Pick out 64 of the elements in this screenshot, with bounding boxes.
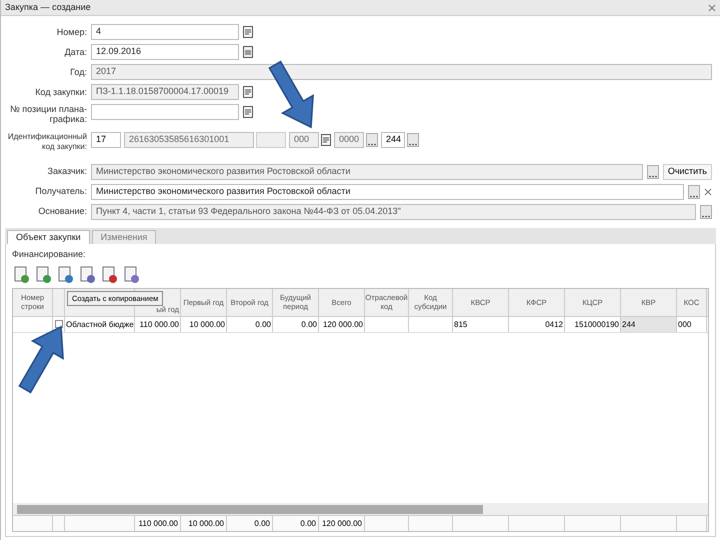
input-field[interactable]: 12.09.2016 <box>91 44 239 60</box>
field-label: № позиции плана-графика: <box>9 104 87 124</box>
clear-button[interactable]: Очистить <box>662 164 712 180</box>
ellipsis-icon <box>690 195 698 198</box>
table-cell: Областной бюдже <box>66 320 134 328</box>
close-icon[interactable] <box>704 188 712 196</box>
close-icon[interactable] <box>708 4 716 12</box>
table-cell: 10 000.00 <box>189 320 225 328</box>
lookup-button[interactable] <box>688 185 700 199</box>
input-field <box>256 132 286 148</box>
input-field[interactable]: 244 <box>381 132 405 148</box>
field-label: Заказчик: <box>46 165 87 178</box>
input-field[interactable]: Министерство экономического развития Ростовской области <box>91 184 684 200</box>
table-cell: 815 <box>454 320 468 328</box>
table-cell: 1510000190 <box>574 320 619 328</box>
ellipsis-icon <box>409 143 417 146</box>
input-field[interactable]: 0000 <box>334 132 364 148</box>
lookup-button[interactable] <box>407 133 419 147</box>
table-cell: 0412 <box>545 320 563 328</box>
field-label: Основание: <box>37 205 87 218</box>
tab[interactable]: Изменения <box>92 230 156 244</box>
document-icon[interactable] <box>243 26 253 38</box>
total-cell: 0.00 <box>254 518 270 530</box>
section-title: Финансирование: <box>12 248 87 261</box>
input-field[interactable] <box>91 104 239 120</box>
table-cell: 0.00 <box>301 320 317 328</box>
document-icon[interactable] <box>243 106 253 118</box>
total-cell: 110 000.00 <box>138 518 178 530</box>
window-title: Закупка — создание <box>5 0 91 14</box>
total-cell: 120 000.00 <box>322 518 362 530</box>
table-cell: 0.00 <box>255 320 271 328</box>
table-cell: 000 <box>678 320 692 328</box>
scrollbar[interactable] <box>13 503 708 515</box>
ellipsis-icon <box>368 143 376 146</box>
document-icon[interactable] <box>80 266 96 284</box>
table-cell: 110 000.00 <box>140 320 179 328</box>
table-cell: 120 000.00 <box>322 320 363 328</box>
table-cell: 244 <box>622 320 636 328</box>
input-field: ПЗ-1.1.18.0158700004.17.00019 <box>91 84 239 100</box>
lookup-button[interactable] <box>700 205 712 219</box>
input-field: Министерство экономического развития Ростовской области <box>91 164 643 180</box>
input-field[interactable]: 4 <box>91 24 239 40</box>
lookup-button[interactable] <box>646 165 659 179</box>
input-field[interactable]: 000 <box>289 132 319 148</box>
field-label: Год: <box>69 66 87 77</box>
document-icon[interactable] <box>321 134 331 146</box>
document-icon[interactable] <box>243 86 253 98</box>
lookup-button[interactable] <box>366 133 378 147</box>
field-label: Код закупки: <box>34 86 87 97</box>
total-cell: 10 000.00 <box>188 518 224 530</box>
row-checkbox[interactable] <box>54 320 62 328</box>
input-field: 2017 <box>91 64 712 80</box>
input-field[interactable]: 17 <box>91 132 121 148</box>
field-label: Идентификационный код закупки: <box>6 132 87 152</box>
ellipsis-icon <box>648 175 657 178</box>
field-label: Получатель: <box>34 185 87 198</box>
ellipsis-icon <box>702 215 710 218</box>
input-field[interactable]: 26163053585616301001 <box>124 132 254 148</box>
total-cell: 0.00 <box>300 518 316 530</box>
input-field: Пункт 4, части 1, статьи 93 Федерального закона №44-ФЗ от 05.04.2013" <box>91 204 696 220</box>
field-label: Дата: <box>64 46 87 57</box>
calendar-icon[interactable] <box>243 46 253 58</box>
tab[interactable]: Объект закупки <box>7 230 90 244</box>
field-label: Номер: <box>56 26 87 37</box>
